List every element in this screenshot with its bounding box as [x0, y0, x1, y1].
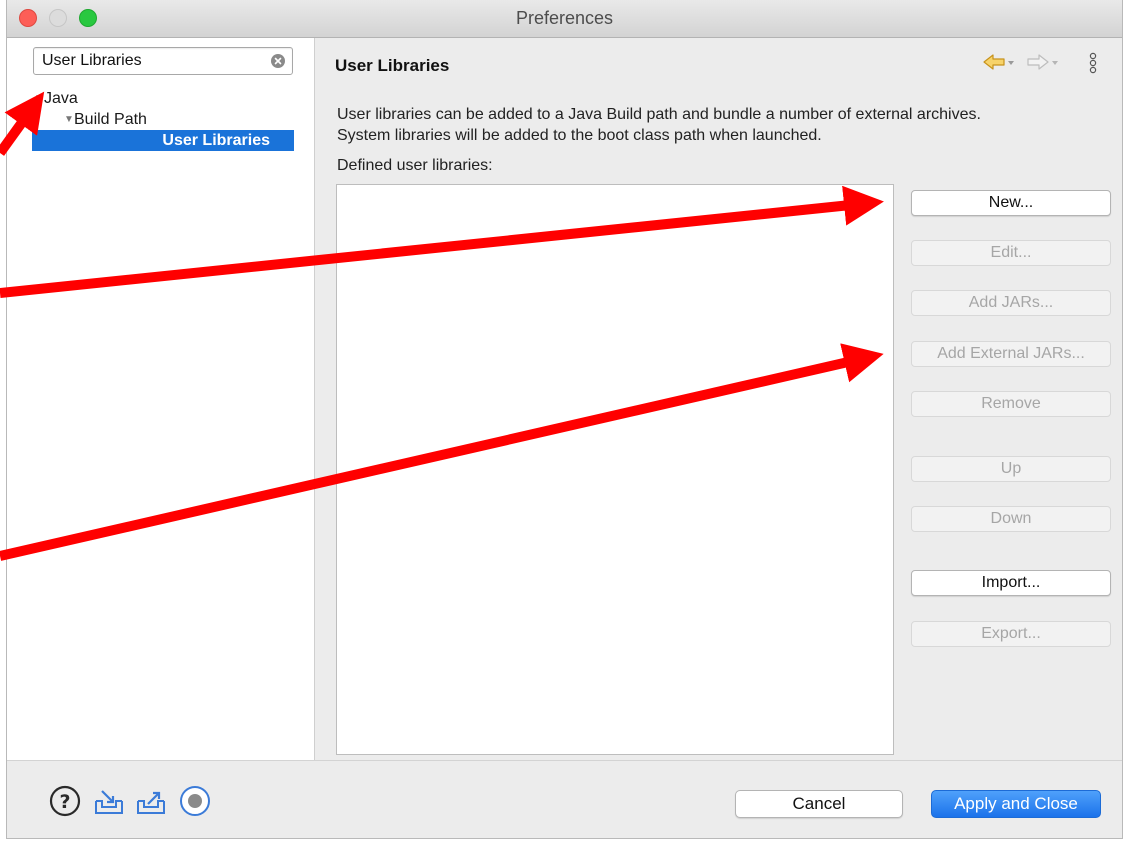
- tree-item-label: User Libraries: [162, 132, 270, 149]
- tree-item-user-libraries[interactable]: User Libraries: [32, 130, 294, 151]
- expanded-triangle-icon[interactable]: ▼: [34, 88, 44, 109]
- new-button[interactable]: New...: [911, 190, 1111, 216]
- title-bar: Preferences: [7, 0, 1122, 38]
- remove-button[interactable]: Remove: [911, 391, 1111, 417]
- edit-button[interactable]: Edit...: [911, 240, 1111, 266]
- add-external-jars-button[interactable]: Add External JARs...: [911, 341, 1111, 367]
- window-title: Preferences: [515, 8, 614, 28]
- dialog-footer: ? Cancel Apply and Close: [7, 760, 1122, 838]
- svg-text:?: ?: [59, 791, 70, 813]
- user-libraries-list[interactable]: [336, 184, 894, 755]
- up-button[interactable]: Up: [911, 456, 1111, 482]
- filter-input[interactable]: [34, 48, 264, 74]
- defined-libraries-label: Defined user libraries:: [337, 157, 493, 174]
- clear-filter-icon[interactable]: [271, 54, 285, 68]
- export-button[interactable]: Export...: [911, 621, 1111, 647]
- page-title: User Libraries: [335, 56, 450, 75]
- add-jars-button[interactable]: Add JARs...: [911, 290, 1111, 316]
- description-line: User libraries can be added to a Java Bu…: [337, 106, 981, 123]
- forward-icon[interactable]: [1026, 52, 1060, 72]
- tree-item-label: Java: [44, 90, 78, 107]
- preferences-window: Preferences ▼Java ▼Build Path User Libra…: [6, 0, 1123, 839]
- page-description: User libraries can be added to a Java Bu…: [337, 104, 981, 146]
- export-preferences-icon[interactable]: [135, 785, 167, 817]
- tree-item-java[interactable]: ▼Java: [7, 88, 314, 109]
- import-preferences-icon[interactable]: [93, 785, 125, 817]
- description-line: System libraries will be added to the bo…: [337, 127, 822, 144]
- filter-box: [33, 47, 293, 75]
- back-icon[interactable]: [982, 52, 1016, 72]
- cancel-button[interactable]: Cancel: [735, 790, 903, 818]
- expanded-triangle-icon[interactable]: ▼: [64, 109, 74, 130]
- apply-and-close-button[interactable]: Apply and Close: [931, 790, 1101, 818]
- preference-page: User Libraries User libraries can be add…: [315, 38, 1122, 760]
- preferences-sidebar: ▼Java ▼Build Path User Libraries: [7, 38, 315, 760]
- help-icon[interactable]: ?: [49, 785, 81, 817]
- tree-item-label: Build Path: [74, 111, 147, 128]
- preferences-tree: ▼Java ▼Build Path User Libraries: [7, 88, 314, 151]
- import-button[interactable]: Import...: [911, 570, 1111, 596]
- view-menu-icon[interactable]: [1088, 52, 1098, 74]
- down-button[interactable]: Down: [911, 506, 1111, 532]
- record-icon[interactable]: [179, 785, 211, 817]
- tree-item-build-path[interactable]: ▼Build Path: [7, 109, 314, 130]
